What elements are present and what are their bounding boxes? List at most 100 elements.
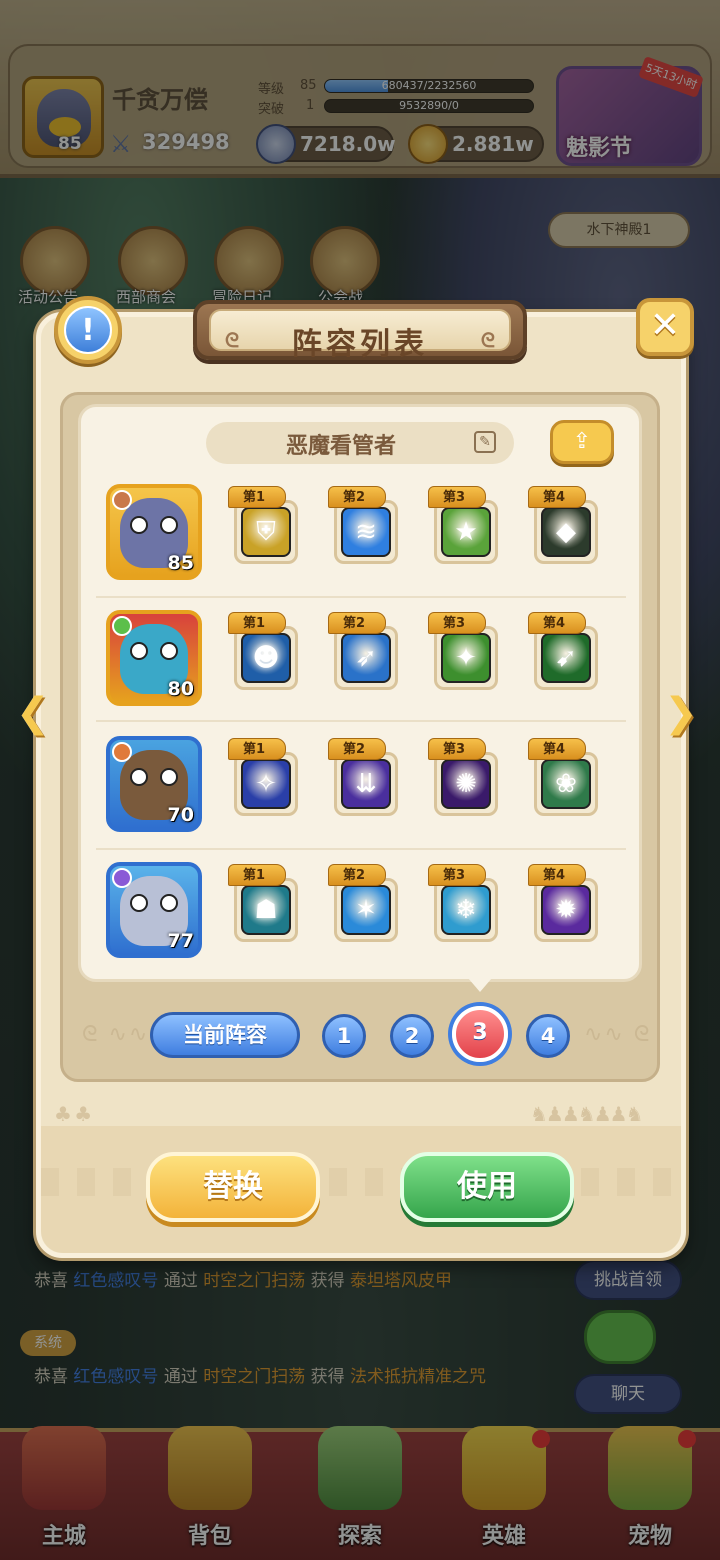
hero-portrait[interactable]: 80	[106, 610, 202, 706]
skill-glyph: ✹	[555, 895, 577, 925]
ice-shard-icon: ✧	[241, 759, 291, 809]
share-button[interactable]: ⇪	[550, 420, 614, 464]
skill-slot[interactable]: ≋ 第2	[328, 486, 404, 564]
hero-eyes	[130, 642, 178, 660]
lineup-page-1[interactable]: 1	[322, 1014, 366, 1058]
element-icon	[112, 868, 132, 888]
skill-slot[interactable]: ✹ 第4	[528, 864, 604, 942]
skill-order-tag: 第3	[428, 864, 486, 886]
skill-order-tag: 第2	[328, 738, 386, 760]
skill-glyph: ❀	[555, 769, 577, 799]
skill-glyph: ☗	[254, 895, 278, 925]
hero-eyes	[130, 516, 178, 534]
skill-slot[interactable]: ☗ 第1	[228, 864, 304, 942]
frost-mace-icon: ❄	[441, 885, 491, 935]
skill-slot[interactable]: ✦ 第3	[428, 612, 504, 690]
skill-slot[interactable]: ☻ 第1	[228, 612, 304, 690]
arcane-orb-icon: ✹	[541, 885, 591, 935]
void-burst-icon: ✺	[441, 759, 491, 809]
ice-spike-icon: ✶	[341, 885, 391, 935]
row-divider	[96, 720, 626, 722]
skill-frame: ✺	[434, 752, 498, 816]
element-icon	[112, 616, 132, 636]
dark-armor-icon: ◆	[541, 507, 591, 557]
skill-order-tag: 第2	[328, 612, 386, 634]
water-dash-icon: ≋	[341, 507, 391, 557]
skill-slot[interactable]: ⛨ 第1	[228, 486, 304, 564]
swirl-right-icon: ᘓ	[480, 328, 495, 352]
skill-order-tag: 第3	[428, 486, 486, 508]
skill-slot[interactable]: ✶ 第2	[328, 864, 404, 942]
skill-slot[interactable]: ➶ 第2	[328, 612, 404, 690]
hero-silhouettes: ♞♟♟♞♟♟♞	[530, 1102, 644, 1126]
peach-plant-icon: ❀	[541, 759, 591, 809]
tiger-warrior-icon: ☻	[241, 633, 291, 683]
skill-order-tag: 第4	[528, 612, 586, 634]
skill-frame: ✧	[234, 752, 298, 816]
shield-icon: ⛨	[241, 507, 291, 557]
skill-order-tag: 第2	[328, 864, 386, 886]
skill-slot[interactable]: ⇊ 第2	[328, 738, 404, 816]
skill-frame: ★	[434, 500, 498, 564]
next-arrow-icon[interactable]: ❯	[664, 690, 704, 738]
skill-slot[interactable]: ❄ 第3	[428, 864, 504, 942]
poison-strike-icon: ✦	[441, 633, 491, 683]
skill-order-tag: 第4	[528, 738, 586, 760]
skill-glyph: ≋	[355, 517, 377, 547]
element-icon	[112, 490, 132, 510]
hero-portrait[interactable]: 85	[106, 484, 202, 580]
hero-level: 80	[167, 678, 194, 700]
skill-glyph: ✺	[455, 769, 477, 799]
skill-glyph: ✧	[255, 769, 277, 799]
skill-glyph: ⇊	[355, 769, 377, 799]
skill-slot[interactable]: ✧ 第1	[228, 738, 304, 816]
hero-eyes	[130, 768, 178, 786]
skill-slot[interactable]: ✺ 第3	[428, 738, 504, 816]
prev-arrow-icon[interactable]: ❮	[16, 690, 56, 738]
current-lineup-button[interactable]: 当前阵容	[150, 1012, 300, 1058]
skill-order-tag: 第1	[228, 612, 286, 634]
skill-order-tag: 第1	[228, 486, 286, 508]
spear-icon: ➶	[341, 633, 391, 683]
skill-slot[interactable]: ★ 第3	[428, 486, 504, 564]
star-shield-icon: ★	[441, 507, 491, 557]
info-button[interactable]: !	[54, 296, 122, 364]
skill-glyph: ◆	[556, 517, 576, 547]
skill-order-tag: 第4	[528, 864, 586, 886]
hero-level: 70	[167, 804, 194, 826]
arcane-beam-icon: ⇊	[341, 759, 391, 809]
skill-glyph: ❄	[455, 895, 477, 925]
skill-order-tag: 第1	[228, 864, 286, 886]
skill-slot[interactable]: ❀ 第4	[528, 738, 604, 816]
skill-frame: ➹	[534, 626, 598, 690]
skill-slot[interactable]: ➹ 第4	[528, 612, 604, 690]
skill-glyph: ➹	[555, 643, 577, 673]
hero-eyes	[130, 894, 178, 912]
skill-frame: ✦	[434, 626, 498, 690]
skill-glyph: ➶	[355, 643, 377, 673]
skill-frame: ⛨	[234, 500, 298, 564]
lineup-page-4[interactable]: 4	[526, 1014, 570, 1058]
skill-frame: ➶	[334, 626, 398, 690]
edit-icon[interactable]: ✎	[474, 431, 496, 453]
skill-slot[interactable]: ◆ 第4	[528, 486, 604, 564]
skill-frame: ✶	[334, 878, 398, 942]
card-pointer	[468, 978, 492, 992]
lineup-page-3[interactable]: 3	[452, 1006, 508, 1062]
skill-frame: ⇊	[334, 752, 398, 816]
skill-order-tag: 第3	[428, 738, 486, 760]
skill-order-tag: 第1	[228, 738, 286, 760]
lineup-page-2[interactable]: 2	[390, 1014, 434, 1058]
hero-portrait[interactable]: 77	[106, 862, 202, 958]
info-icon: !	[64, 306, 112, 354]
replace-button[interactable]: 替换	[146, 1152, 320, 1222]
close-button[interactable]: ✕	[636, 298, 694, 356]
team-name-field[interactable]: 恶魔看管者 ✎	[206, 422, 514, 464]
skill-order-tag: 第4	[528, 486, 586, 508]
green-spear-icon: ➹	[541, 633, 591, 683]
use-button[interactable]: 使用	[400, 1152, 574, 1222]
row-divider	[96, 596, 626, 598]
red-mask-icon: ☗	[241, 885, 291, 935]
skill-glyph: ✦	[455, 643, 477, 673]
hero-portrait[interactable]: 70	[106, 736, 202, 832]
